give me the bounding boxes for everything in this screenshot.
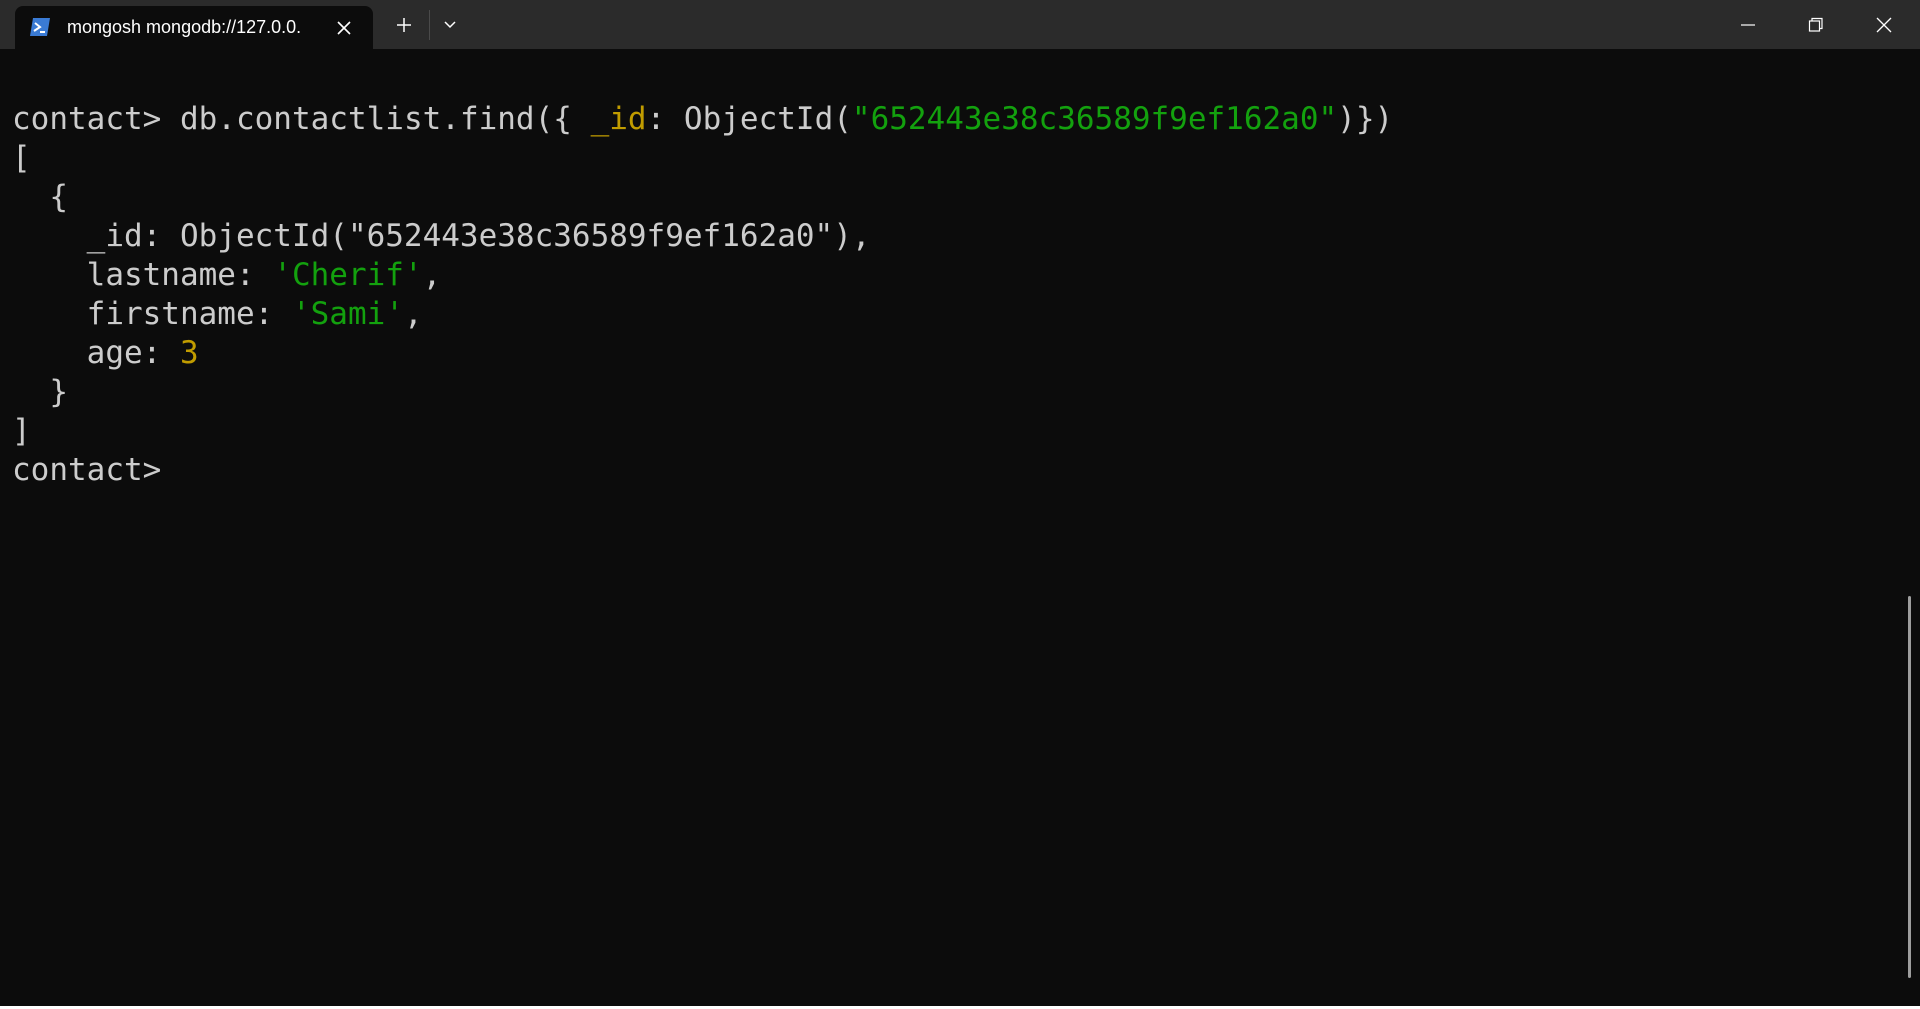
firstname-key: firstname:: [12, 296, 292, 332]
age-value: 3: [179, 335, 199, 371]
command-text-3: )}): [1337, 101, 1394, 137]
maximize-button[interactable]: [1788, 0, 1844, 49]
output-close-brace: }: [12, 374, 68, 410]
output-age-line: age: 3: [12, 334, 199, 373]
close-icon: [1876, 17, 1892, 32]
lastname-key: lastname:: [12, 257, 274, 293]
minimize-icon: [1741, 23, 1755, 26]
firstname-value: 'Sami': [291, 296, 404, 332]
output-open-bracket: [: [12, 140, 31, 176]
command-text-2: : ObjectId(: [646, 101, 852, 137]
tab-title: mongosh mongodb://127.0.0.: [67, 17, 302, 37]
close-window-button[interactable]: [1856, 0, 1912, 49]
vertical-scrollbar[interactable]: [1908, 596, 1911, 978]
powershell-icon: [30, 18, 50, 36]
output-id-line: _id: ObjectId("652443e38c36589f9ef162a0"…: [12, 218, 871, 254]
restore-icon: [1808, 17, 1823, 32]
new-tab-button[interactable]: [389, 0, 419, 49]
age-key: age:: [12, 335, 180, 371]
command-line: contact> db.contactlist.find({ _id: Obje…: [12, 100, 1393, 139]
terminal-output[interactable]: contact> db.contactlist.find({ _id: Obje…: [0, 49, 1906, 1009]
firstname-comma: ,: [403, 296, 423, 332]
minimize-button[interactable]: [1720, 0, 1776, 49]
terminal-window: mongosh mongodb://127.0.0. contact> db.c…: [0, 0, 1920, 1009]
command-text: db.contactlist.find({: [179, 101, 591, 137]
lastname-comma: ,: [422, 257, 442, 293]
output-lastname-line: lastname: 'Cherif',: [12, 256, 442, 295]
final-prompt[interactable]: contact>: [12, 451, 161, 490]
plus-icon: [397, 17, 411, 32]
tab-separator: [429, 10, 430, 40]
output-firstname-line: firstname: 'Sami',: [12, 295, 423, 334]
prompt: contact>: [12, 101, 180, 137]
command-key: _id: [590, 101, 647, 137]
output-close-bracket: ]: [12, 413, 31, 449]
output-open-brace: {: [12, 179, 68, 215]
command-objectid-value: "652443e38c36589f9ef162a0": [851, 101, 1338, 137]
tab-mongosh[interactable]: mongosh mongodb://127.0.0.: [15, 6, 373, 49]
chevron-down-icon: [444, 20, 456, 28]
tab-dropdown-button[interactable]: [435, 0, 465, 49]
title-bar: mongosh mongodb://127.0.0.: [0, 0, 1920, 49]
lastname-value: 'Cherif': [273, 257, 423, 293]
close-tab-icon[interactable]: [334, 18, 354, 38]
